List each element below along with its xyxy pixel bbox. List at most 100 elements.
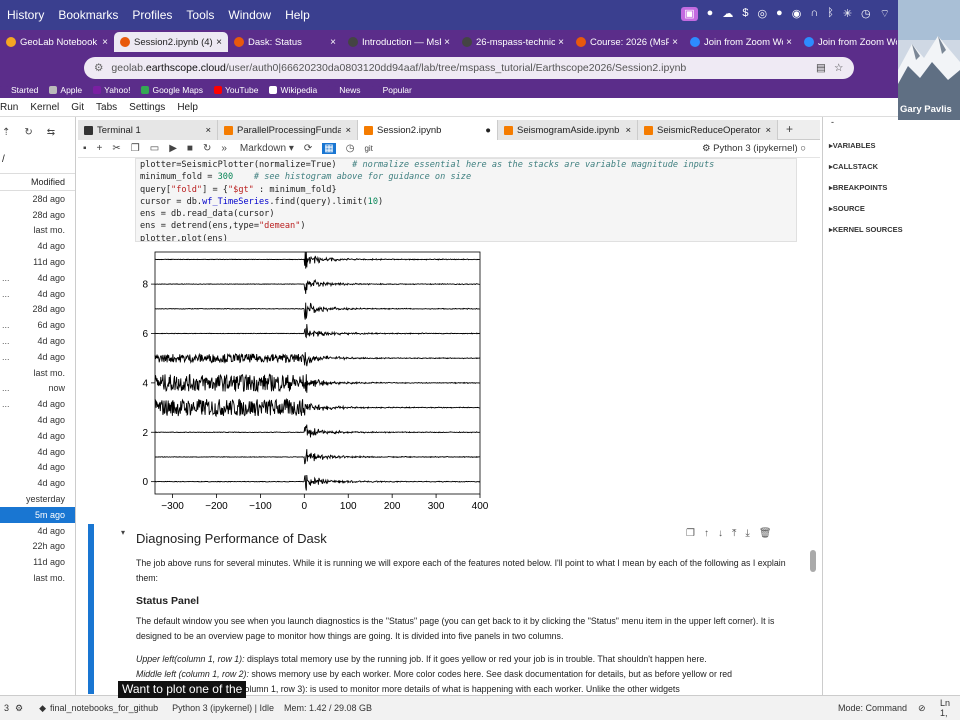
jupyter-menu-item[interactable]: Settings — [129, 102, 165, 113]
jupyter-menu-item[interactable]: Help — [177, 102, 198, 113]
file-row[interactable]: ... 4d ago — [0, 396, 75, 412]
cloud-icon[interactable]: ☁ — [722, 7, 733, 21]
tab-close-icon[interactable]: × — [205, 125, 211, 136]
file-row[interactable]: 11d ago — [0, 554, 75, 570]
tab-close-icon[interactable]: × — [786, 37, 792, 48]
file-row[interactable]: 28d ago — [0, 302, 75, 318]
kernel-status[interactable]: ⚙ Python 3 (ipykernel) ○ — [702, 143, 806, 154]
settings-icon[interactable]: ⚙ — [15, 703, 23, 714]
dollar-icon[interactable]: $ — [742, 7, 748, 21]
tab-close-icon[interactable]: × — [345, 125, 351, 136]
collapse-caret-icon[interactable]: ▾ — [121, 528, 125, 537]
tab-close-icon[interactable]: × — [102, 37, 108, 48]
browser-tab[interactable]: Join from Zoom Work× — [684, 32, 798, 52]
browser-tab[interactable]: Session2.ipynb (4) - J× — [114, 32, 228, 52]
cut-icon[interactable]: ✂ — [112, 143, 120, 154]
kernel-idle-status[interactable]: Python 3 (ipykernel) | Idle — [172, 703, 274, 713]
record-icon[interactable]: ● — [776, 7, 783, 21]
file-row[interactable]: 5m ago — [0, 506, 75, 523]
file-row[interactable]: last mo. — [0, 365, 75, 381]
browser-tab[interactable]: Dask: Status × — [228, 32, 342, 52]
diagnostics-icon[interactable]: ▦ — [322, 143, 336, 154]
reload-icon[interactable]: ⟳ — [304, 143, 312, 154]
upload-icon[interactable]: ⇡ — [2, 127, 10, 138]
timer-icon[interactable]: ◷ — [346, 143, 355, 154]
file-row[interactable]: last mo. — [0, 223, 75, 239]
tab-close-icon[interactable]: × — [765, 125, 771, 136]
bookmark-item[interactable]: News — [328, 85, 361, 95]
file-row[interactable]: 4d ago — [0, 460, 75, 476]
copy-icon[interactable]: ❐ — [131, 143, 140, 154]
markdown-cell[interactable]: Diagnosing Performance of Dask The job a… — [136, 530, 796, 694]
menu-profiles[interactable]: Profiles — [125, 8, 179, 22]
file-row[interactable]: 4d ago — [0, 238, 75, 254]
browser-tab[interactable]: Introduction — MsPASS 2× — [342, 32, 456, 52]
debugger-section[interactable]: ▸ VARIABLES — [823, 135, 960, 156]
notebook-scrollbar[interactable] — [810, 550, 816, 572]
restart-icon[interactable]: ↻ — [203, 143, 211, 154]
stop-icon[interactable]: ■ — [187, 143, 193, 154]
notebook-tab[interactable]: SeismicReduceOperatorExa × — [638, 120, 778, 140]
file-row[interactable]: 4d ago — [0, 475, 75, 491]
menu-help[interactable]: Help — [278, 8, 317, 22]
notebook-tab[interactable]: Terminal 1 × — [78, 120, 218, 140]
bookmark-item[interactable]: Started — [0, 85, 38, 95]
menu-window[interactable]: Window — [221, 8, 278, 22]
bookmark-star-icon[interactable]: ☆ — [834, 62, 843, 74]
debugger-section[interactable]: ▸ KERNEL SOURCES — [823, 219, 960, 240]
notebook-tab[interactable]: ParallelProcessingFundame × — [218, 120, 358, 140]
chat-icon[interactable]: ● — [707, 7, 714, 21]
new-tab-icon[interactable]: + — [786, 122, 793, 136]
bluetooth-icon[interactable]: ᛒ — [827, 7, 834, 21]
browser-tab[interactable]: 26-mspass-technica × — [456, 32, 570, 52]
file-row[interactable]: 4d ago — [0, 412, 75, 428]
file-row[interactable]: 4d ago — [0, 428, 75, 444]
clock-icon[interactable]: ◷ — [861, 7, 871, 21]
browser-tab[interactable]: Course: 2026 (MsPA × — [570, 32, 684, 52]
file-row[interactable]: ... now — [0, 381, 75, 397]
file-row[interactable]: 11d ago — [0, 254, 75, 270]
fast-forward-icon[interactable]: » — [221, 143, 227, 154]
git-branch[interactable]: final_notebooks_for_github — [50, 703, 158, 713]
bookmark-item[interactable]: Wikipedia — [269, 85, 317, 95]
git-clone-icon[interactable]: ⇆ — [47, 127, 55, 138]
tab-close-icon[interactable]: × — [330, 37, 336, 48]
cell-type-select[interactable]: Markdown ▾ — [240, 143, 294, 154]
menu-tools[interactable]: Tools — [179, 8, 221, 22]
insert-cell-icon[interactable]: + — [97, 143, 103, 154]
menu-history[interactable]: History — [0, 8, 51, 22]
address-bar[interactable]: ⚙ geolab. earthscope.cloud/user/auth0|666… — [84, 57, 854, 79]
debugger-section[interactable]: ▸ SOURCE — [823, 198, 960, 219]
notebook-tab[interactable]: Session2.ipynb ● — [358, 120, 498, 140]
paste-icon[interactable]: ▭ — [150, 143, 159, 154]
browser-tab[interactable]: Join from Zoom Work× — [798, 32, 898, 52]
debugger-section[interactable]: ▸ BREAKPOINTS — [823, 177, 960, 198]
unsaved-dot-icon[interactable]: ● — [485, 125, 491, 136]
file-row[interactable]: 4d ago — [0, 523, 75, 539]
wifi-icon[interactable]: ⌔ — [880, 7, 890, 21]
file-row[interactable]: ... 4d ago — [0, 333, 75, 349]
jupyter-menu-item[interactable]: Git — [71, 102, 84, 113]
file-row[interactable]: ... 4d ago — [0, 349, 75, 365]
file-row[interactable]: 28d ago — [0, 191, 75, 207]
run-icon[interactable]: ▶ — [169, 143, 177, 154]
brightness-icon[interactable]: ✳ — [843, 7, 852, 21]
jupyter-menu-item[interactable]: Tabs — [96, 102, 117, 113]
notebook-tab[interactable]: SeismogramAside.ipynb × — [498, 120, 638, 140]
file-row[interactable]: ... 6d ago — [0, 317, 75, 333]
file-row[interactable]: ... 4d ago — [0, 270, 75, 286]
tab-close-icon[interactable]: × — [625, 125, 631, 136]
tab-close-icon[interactable]: × — [216, 37, 222, 48]
browser-tab[interactable]: GeoLab Notebook Hu× — [0, 32, 114, 52]
tab-close-icon[interactable]: × — [672, 37, 678, 48]
reader-icon[interactable]: ▤ — [816, 62, 826, 74]
menu-bookmarks[interactable]: Bookmarks — [51, 8, 125, 22]
bookmark-item[interactable]: Apple — [49, 85, 82, 95]
headphones-icon[interactable]: ∩ — [810, 7, 818, 21]
tab-close-icon[interactable]: × — [558, 37, 564, 48]
refresh-icon[interactable]: ↻ — [24, 127, 32, 138]
tab-close-icon[interactable]: × — [444, 37, 450, 48]
code-cell[interactable]: plotter=SeismicPlotter(normalize=True) #… — [135, 158, 797, 242]
file-row[interactable]: 22h ago — [0, 539, 75, 555]
screen-share-icon[interactable]: ▣ — [681, 7, 698, 21]
